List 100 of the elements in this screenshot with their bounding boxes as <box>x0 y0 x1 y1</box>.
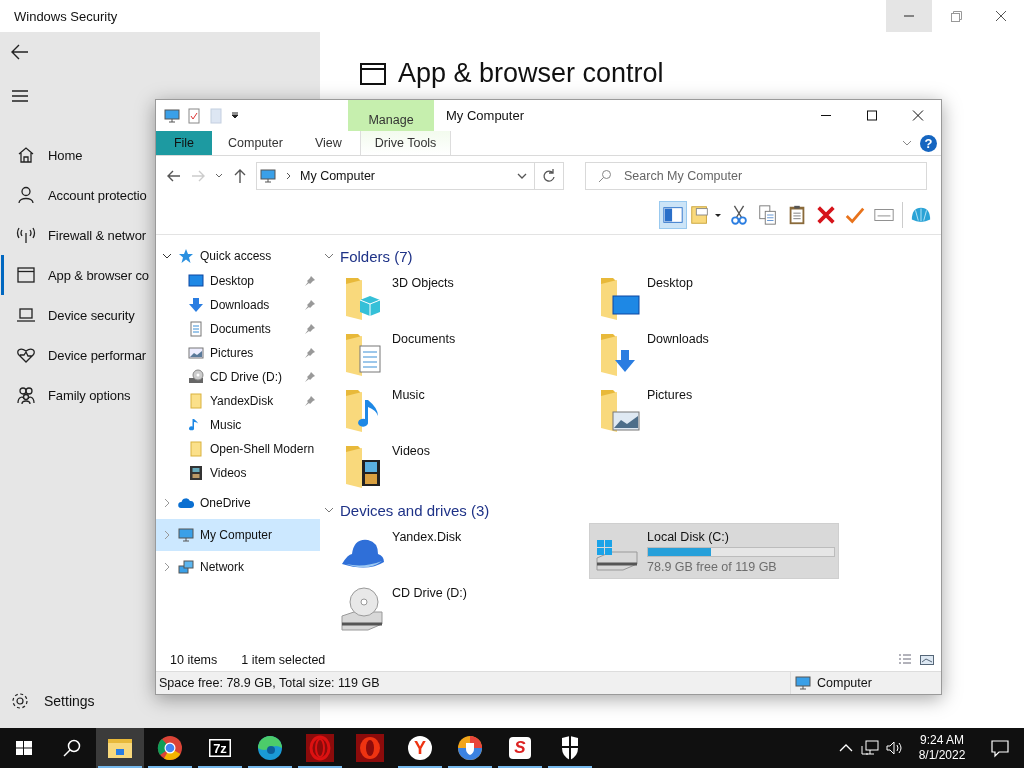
computer-icon <box>164 107 180 124</box>
drive-item[interactable]: Local Disk (C:) 78.9 GB free of 119 GB <box>589 523 839 579</box>
tree-item[interactable]: My Computer <box>156 519 320 551</box>
ring-icon <box>306 734 334 762</box>
window-title: Windows Security <box>13 8 119 24</box>
clock[interactable]: 9:24 AM 8/1/2022 <box>906 728 978 768</box>
nav-item[interactable]: Device performar <box>1 335 147 375</box>
taskbar-app[interactable] <box>96 728 144 768</box>
ribbon-tab[interactable]: Drive Tools <box>359 131 452 155</box>
star-icon <box>178 248 194 264</box>
location-text: Computer <box>817 676 872 690</box>
screen-icon <box>188 273 204 289</box>
large-icons-view-icon[interactable] <box>919 652 935 668</box>
search-icon[interactable] <box>62 738 82 758</box>
tree-item[interactable]: Network <box>156 551 320 583</box>
heart-icon <box>16 345 36 365</box>
letter-square-icon <box>506 734 534 762</box>
disc-drive-icon <box>338 584 386 632</box>
help-button[interactable]: ? <box>920 134 937 152</box>
pane-icon <box>662 204 684 226</box>
tree-item[interactable]: CD Drive (D:) <box>156 365 320 389</box>
status-text: Space free: 78.9 GB, Total size: 119 GB <box>158 676 381 690</box>
network-icon[interactable] <box>860 738 880 758</box>
tree-item[interactable]: Quick access <box>156 243 320 269</box>
taskbar-app[interactable]: Y <box>396 728 444 768</box>
tree-item[interactable]: Pictures <box>156 341 320 365</box>
settings-link[interactable]: Settings <box>0 691 95 711</box>
chevron-icon <box>162 251 172 261</box>
selection-count: 1 item selected <box>241 653 326 667</box>
nav-item[interactable]: Firewall & networ <box>1 215 146 255</box>
caret-icon[interactable] <box>230 110 240 121</box>
ball-icon <box>156 734 184 762</box>
picture-icon <box>188 345 204 361</box>
chevron-icon <box>162 562 172 572</box>
ribbon-tab[interactable]: File <box>156 131 212 155</box>
tree-item[interactable]: Videos <box>156 461 320 485</box>
tree-item[interactable]: Documents <box>156 317 320 341</box>
ribbon-tab[interactable]: View <box>298 131 358 155</box>
chevron-icon <box>324 505 334 515</box>
cross-icon <box>815 204 837 226</box>
antenna-icon <box>16 225 36 245</box>
folder-item[interactable]: Desktop <box>589 269 839 325</box>
chevron-icon[interactable] <box>902 138 912 148</box>
folder-icon <box>188 393 204 409</box>
group-header[interactable]: Devices and drives (3) <box>324 497 490 523</box>
window-icon <box>360 62 386 85</box>
folder-item[interactable]: Downloads <box>589 325 839 381</box>
nav-item[interactable]: Account protectio <box>1 175 147 215</box>
folder-item[interactable]: Documents <box>334 325 584 381</box>
tree-item[interactable]: Desktop <box>156 269 320 293</box>
house-icon <box>16 145 36 165</box>
computer-icon <box>260 168 276 184</box>
drive-item[interactable]: CD Drive (D:) <box>334 579 584 635</box>
chevron-icon <box>162 530 172 540</box>
context-tab-header: Manage <box>348 100 434 131</box>
nav-item[interactable]: App & browser co <box>1 255 149 295</box>
nav-item[interactable]: Home <box>1 135 83 175</box>
chevron-icon <box>324 251 334 261</box>
search-icon <box>597 168 613 184</box>
chevron-icon[interactable] <box>517 171 527 181</box>
chevron-icon <box>162 498 172 508</box>
tree-item[interactable]: Downloads <box>156 293 320 317</box>
back-arrow-icon[interactable] <box>166 168 182 184</box>
toolbar-button[interactable] <box>659 201 687 229</box>
window-icon <box>16 265 36 285</box>
folder-item[interactable]: Pictures <box>589 381 839 437</box>
taskbar-app[interactable]: 7z <box>196 728 244 768</box>
folder-item[interactable]: Music <box>334 381 584 437</box>
computer-icon <box>795 675 811 691</box>
up-arrow-icon[interactable] <box>232 168 248 184</box>
item-count: 10 items <box>170 653 218 667</box>
film-icon <box>188 465 204 481</box>
disc-drive-icon <box>188 369 204 385</box>
cloud-icon <box>178 495 194 511</box>
back-arrow-icon[interactable] <box>10 42 30 62</box>
page-heading: App & browser control <box>398 58 664 89</box>
nav-item[interactable]: Device security <box>1 295 135 335</box>
tree-item[interactable]: Music <box>156 413 320 437</box>
notifications-icon[interactable] <box>990 738 1010 758</box>
folder-item[interactable]: Videos <box>334 437 584 493</box>
ribbon-tab[interactable]: Computer <box>212 131 299 155</box>
ring-filled-icon <box>356 734 384 762</box>
folder-item[interactable]: 3D Objects <box>334 269 584 325</box>
tree-item[interactable]: YandexDisk <box>156 389 320 413</box>
nav-item[interactable]: Family options <box>1 375 131 415</box>
group-header[interactable]: Folders (7) <box>324 243 413 269</box>
tree-item[interactable]: OneDrive <box>156 487 320 519</box>
taskbar-app[interactable]: S <box>496 728 544 768</box>
address-bar[interactable]: My Computer <box>256 162 564 190</box>
checklist-icon[interactable] <box>186 107 202 124</box>
copy-icon <box>757 204 779 226</box>
window-title: My Computer <box>446 108 526 123</box>
scissors-icon <box>728 204 750 226</box>
network-icon <box>178 559 194 575</box>
tree-item[interactable]: Open-Shell Modern <box>156 437 320 461</box>
note-folder-icon <box>689 204 711 226</box>
document-icon <box>188 321 204 337</box>
search-field[interactable]: Search My Computer <box>585 162 927 190</box>
drive-item[interactable]: Yandex.Disk <box>334 523 584 579</box>
refresh-icon <box>541 168 557 184</box>
